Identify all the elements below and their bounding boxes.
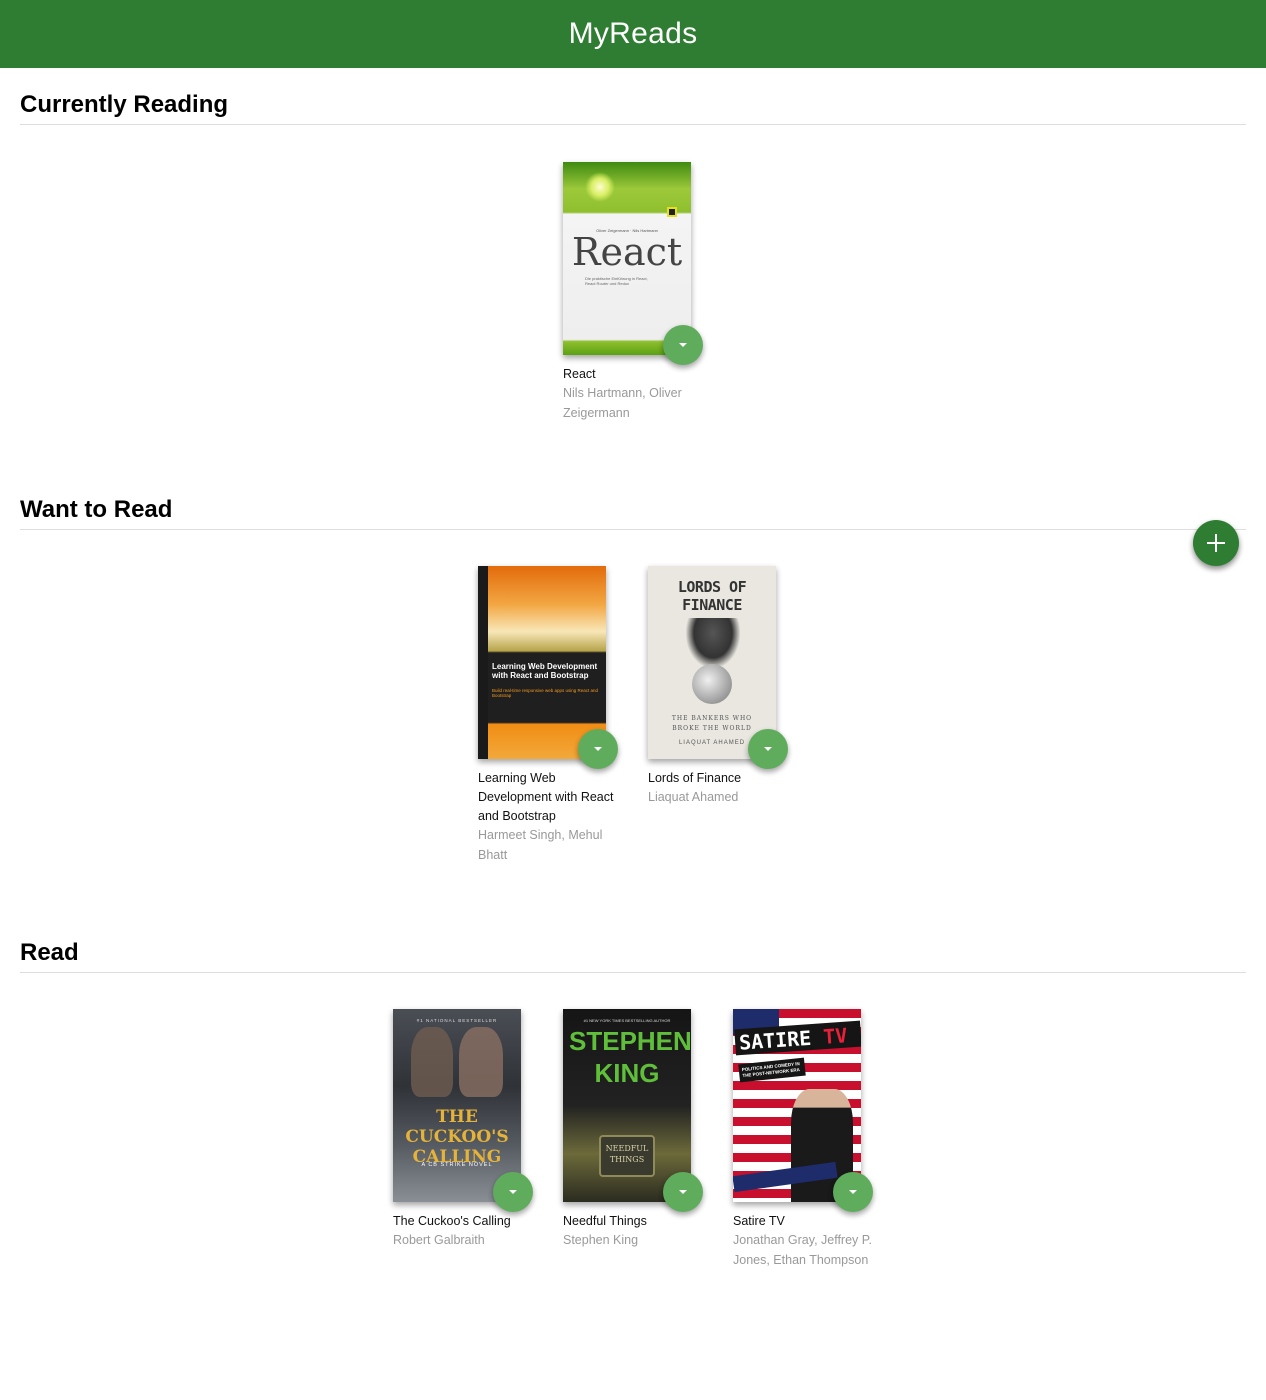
cover-main-text: LORDS OF FINANCE: [677, 578, 747, 614]
app-title: MyReads: [568, 17, 698, 50]
shelf-changer-button[interactable]: [663, 325, 703, 365]
cover-title-text: SATIRE: [738, 1025, 813, 1055]
book-cover[interactable]: SATIRE TV POLITICS AND COMEDY IN THE POS…: [733, 1009, 861, 1202]
book-title: Lords of Finance: [648, 771, 742, 785]
book-authors: Harmeet Singh, Mehul Bhatt: [478, 828, 603, 862]
add-book-button[interactable]: [1193, 520, 1239, 566]
shelf-want-to-read: Want to Read Learning Web Development wi…: [20, 495, 1246, 862]
plus-icon: [1207, 534, 1225, 552]
publisher-logo-icon: [667, 207, 677, 217]
book-title: The Cuckoo's Calling: [393, 1214, 511, 1228]
book-authors: Robert Galbraith: [393, 1233, 485, 1247]
shelf-read: Read #1 NATIONAL BESTSELLER THE CUCKOO'S…: [20, 938, 1246, 1267]
cover-sub-text: THE BANKERS WHO BROKE THE WORLD: [671, 715, 753, 732]
cover-sub-text: Build real-time responsive web apps usin…: [492, 688, 599, 698]
book-title: Satire TV: [733, 1214, 785, 1228]
cover-figures-icon: [686, 618, 740, 668]
chevron-down-icon: [849, 1190, 857, 1194]
cover-sub-text: A CB STRIKE NOVEL: [421, 1162, 493, 1168]
book-title: Needful Things: [563, 1214, 647, 1228]
shelf-title: Currently Reading: [20, 90, 1246, 125]
app-header: MyReads: [0, 0, 1266, 68]
book-authors: Stephen King: [563, 1233, 639, 1247]
cover-glow-icon: [585, 172, 615, 202]
shelf-currently-reading: Currently Reading Oliver Zeigermann · Ni…: [20, 90, 1246, 420]
cover-main-text: Learning Web Development with React and …: [492, 662, 598, 680]
cover-main-text: STEPHEN KING: [569, 1026, 691, 1088]
cover-top-text: #1 NEW YORK TIMES BESTSELLING AUTHOR: [583, 1018, 671, 1023]
shelf-changer-button[interactable]: [663, 1172, 703, 1212]
chevron-down-icon: [594, 747, 602, 751]
cover-main-text: React: [571, 230, 683, 274]
chevron-down-icon: [764, 747, 772, 751]
cover-title-accent: TV: [822, 1023, 849, 1049]
book-cover[interactable]: #1 NATIONAL BESTSELLER THE CUCKOO'S CALL…: [393, 1009, 521, 1202]
chevron-down-icon: [679, 1190, 687, 1194]
cover-sub-text: NEEDFUL THINGS: [605, 1144, 649, 1164]
book-authors: Liaquat Ahamed: [648, 790, 739, 804]
shelf-changer-button[interactable]: [748, 729, 788, 769]
book-title: React: [563, 367, 596, 381]
cover-main-text: THE CUCKOO'S CALLING: [405, 1107, 509, 1167]
cover-top-text: #1 NATIONAL BESTSELLER: [416, 1018, 498, 1023]
book-cover[interactable]: Oliver Zeigermann · Nils Hartmann React …: [563, 162, 691, 355]
book-cover[interactable]: #1 NEW YORK TIMES BESTSELLING AUTHOR STE…: [563, 1009, 691, 1202]
cover-sub-text: POLITICS AND COMEDY IN THE POST-NETWORK …: [738, 1057, 806, 1083]
chevron-down-icon: [509, 1190, 517, 1194]
book-authors: Nils Hartmann, Oliver Zeigermann: [563, 386, 682, 420]
cover-figure-icon: [411, 1027, 453, 1097]
shelf-changer-button[interactable]: [493, 1172, 533, 1212]
chevron-down-icon: [679, 343, 687, 347]
book-title: Learning Web Development with React and …: [478, 771, 614, 823]
book-cover[interactable]: LORDS OF FINANCE THE BANKERS WHO BROKE T…: [648, 566, 776, 759]
shelf-changer-button[interactable]: [578, 729, 618, 769]
book-authors: Jonathan Gray, Jeffrey P. Jones, Ethan T…: [733, 1233, 872, 1267]
globe-icon: [692, 664, 732, 704]
shelf-title: Read: [20, 938, 1246, 973]
cover-spine: [478, 566, 488, 759]
cover-sub-text: Die praktische Einführung in React, Reac…: [585, 276, 648, 286]
book-cover[interactable]: Learning Web Development with React and …: [478, 566, 606, 759]
cover-figure-icon: [459, 1027, 503, 1097]
shelf-title: Want to Read: [20, 495, 1246, 530]
shelf-changer-button[interactable]: [833, 1172, 873, 1212]
